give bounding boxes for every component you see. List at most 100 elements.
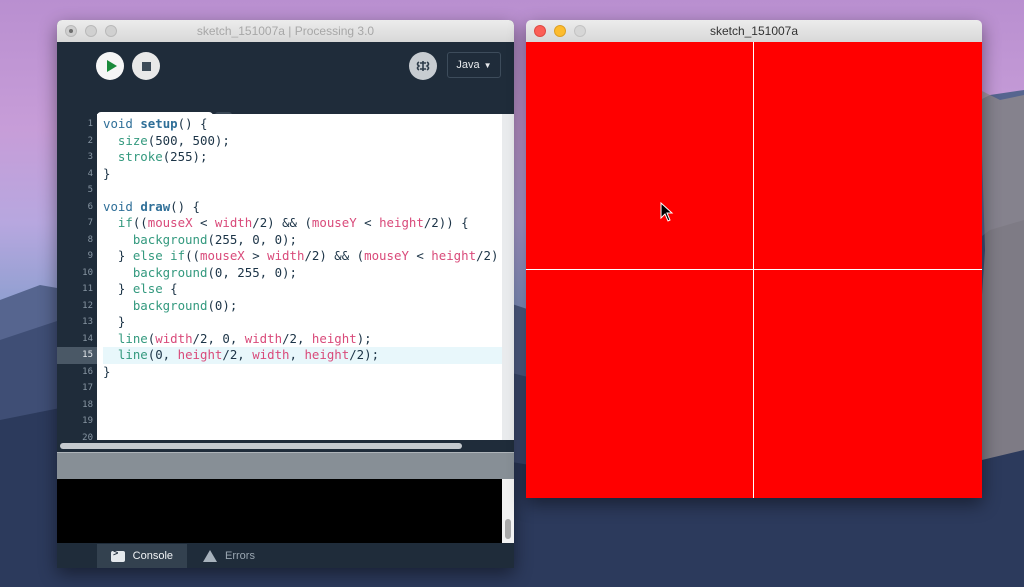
- code-line[interactable]: line(width/2, 0, width/2, height);: [103, 331, 502, 348]
- code-token: size: [117, 132, 148, 148]
- line-number: 16: [82, 366, 93, 377]
- code-line[interactable]: background(0, 255, 0);: [103, 265, 502, 282]
- code-line[interactable]: } else if((mouseX > width/2) && (mouseY …: [103, 248, 502, 265]
- code-line[interactable]: [103, 413, 502, 430]
- code-token: /2)) {: [423, 215, 469, 230]
- ide-window-title: sketch_151007a | Processing 3.0: [196, 24, 375, 38]
- console-divider[interactable]: [57, 452, 514, 480]
- line-number: 5: [87, 185, 93, 195]
- line-number: 14: [82, 333, 93, 344]
- sketch-output-window: sketch_151007a: [526, 20, 982, 498]
- vertical-line: [753, 42, 754, 498]
- terminal-icon: [111, 548, 125, 562]
- code-line[interactable]: [103, 380, 502, 397]
- code-line[interactable]: void setup() {: [103, 116, 502, 133]
- line-number: 8: [87, 234, 93, 245]
- code-token: () {: [177, 116, 208, 131]
- zoom-window-button[interactable]: [105, 25, 117, 37]
- code-line[interactable]: background(0);: [103, 298, 502, 315]
- line-number: 20: [82, 432, 93, 441]
- code-line[interactable]: if((mouseX < width/2) && (mouseY < heigh…: [103, 215, 502, 232]
- code-token: (0);: [207, 297, 238, 313]
- line-number: 10: [82, 267, 93, 278]
- ide-titlebar[interactable]: sketch_151007a | Processing 3.0: [57, 20, 514, 43]
- sketch-titlebar[interactable]: sketch_151007a: [526, 20, 982, 43]
- minimize-window-button[interactable]: [85, 25, 97, 37]
- processing-ide-window: sketch_151007a | Processing 3.0 Java ▼ s…: [57, 20, 514, 568]
- line-number-gutter: 1 2 3 4 5 6 7 8 9 10 11 12 13 14 15 16 17 18 19 20: [57, 114, 97, 440]
- line-number: 17: [82, 383, 93, 393]
- line-number: 3: [87, 152, 93, 162]
- close-window-button[interactable]: [534, 25, 546, 37]
- code-token: height: [379, 215, 424, 230]
- line-number: 12: [82, 300, 93, 311]
- code-token: width: [252, 347, 290, 362]
- code-token: if: [117, 215, 133, 230]
- editor-vertical-scrollbar[interactable]: [502, 114, 514, 440]
- code-token: (0, 255, 0);: [207, 264, 297, 280]
- code-line[interactable]: background(255, 0, 0);: [103, 232, 502, 249]
- code-line[interactable]: }: [103, 314, 502, 331]
- mode-selector[interactable]: Java ▼: [447, 52, 501, 78]
- code-token: width: [267, 248, 305, 263]
- code-line[interactable]: [103, 182, 502, 199]
- tab-console[interactable]: Console: [97, 544, 187, 568]
- code-token: else if: [132, 248, 186, 263]
- scrollbar-thumb[interactable]: [505, 519, 511, 539]
- code-token: /2, 0,: [192, 330, 245, 346]
- code-token: >: [244, 248, 268, 263]
- code-line[interactable]: [103, 397, 502, 414]
- code-token: }: [103, 248, 133, 263]
- debug-button[interactable]: [409, 52, 437, 80]
- code-line[interactable]: [103, 430, 502, 441]
- console-output: [57, 479, 502, 543]
- code-token: }: [103, 363, 111, 379]
- run-button[interactable]: [96, 52, 124, 80]
- code-editor[interactable]: 1 2 3 4 5 6 7 8 9 10 11 12 13 14 15 16 17 18 19 20 void set…: [57, 114, 502, 440]
- stop-button[interactable]: [132, 52, 160, 80]
- line-number: 4: [87, 168, 93, 179]
- code-token: );: [356, 330, 372, 346]
- play-icon: [106, 60, 117, 72]
- code-token: {: [162, 281, 178, 296]
- sketch-canvas[interactable]: [526, 42, 982, 498]
- code-token: line: [117, 330, 148, 346]
- code-token: height: [177, 347, 223, 362]
- code-line[interactable]: size(500, 500);: [103, 133, 502, 150]
- code-token: mouseY: [364, 248, 409, 263]
- code-token: void: [103, 116, 141, 131]
- code-token: }: [103, 314, 126, 329]
- tab-errors[interactable]: Errors: [189, 544, 269, 568]
- code-token: setup: [140, 116, 178, 131]
- code-token: ((: [132, 215, 148, 230]
- code-token: draw: [140, 198, 171, 214]
- code-token: mouseY: [311, 215, 357, 230]
- code-line[interactable]: } else {: [103, 281, 502, 298]
- code-token: width: [155, 330, 193, 346]
- code-line[interactable]: void draw() {: [103, 199, 502, 216]
- warning-icon: [203, 550, 217, 562]
- mouse-cursor-icon: [660, 202, 674, 222]
- code-token: width: [214, 215, 253, 230]
- console-scrollbar[interactable]: [502, 479, 514, 543]
- code-line[interactable]: }: [103, 166, 502, 183]
- scrollbar-thumb[interactable]: [60, 443, 462, 449]
- window-controls: [534, 25, 586, 37]
- code-token: ((: [185, 248, 200, 263]
- code-line[interactable]: stroke(255);: [103, 149, 502, 166]
- code-token: () {: [170, 198, 200, 214]
- code-line[interactable]: line(0, height/2, width, height/2);: [103, 347, 502, 364]
- window-controls: [65, 25, 117, 37]
- code-token: mouseX: [199, 248, 245, 263]
- editor-horizontal-scrollbar[interactable]: [57, 440, 514, 452]
- minimize-window-button[interactable]: [554, 25, 566, 37]
- code-line[interactable]: }: [103, 364, 502, 381]
- close-window-button[interactable]: [65, 25, 77, 37]
- line-number: 9: [87, 251, 93, 261]
- zoom-window-button[interactable]: [574, 25, 586, 37]
